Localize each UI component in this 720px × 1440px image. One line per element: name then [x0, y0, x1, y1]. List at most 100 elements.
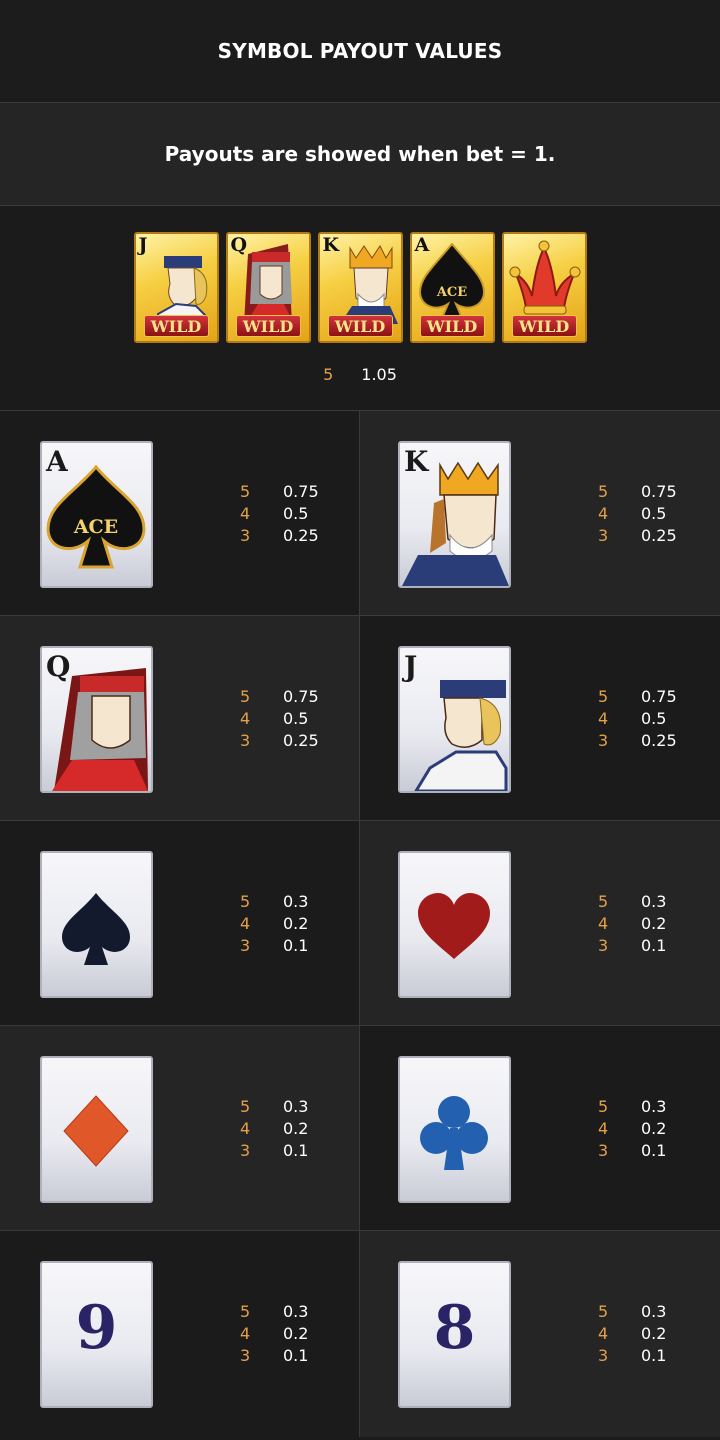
diamond-card [40, 1056, 153, 1203]
payout-value: 0.3 [641, 1302, 667, 1321]
payout-value: 0.3 [641, 1097, 667, 1116]
payout-count: 5 [240, 1097, 251, 1116]
payout-count: 4 [240, 914, 251, 933]
payout-count: 4 [240, 504, 251, 523]
wild-rank: Q [230, 234, 248, 256]
eight-card: 8 [398, 1261, 511, 1408]
payout-count: 5 [598, 687, 609, 706]
payout-value: 0.3 [283, 892, 309, 911]
payout-line: 3 0.1 [240, 1345, 308, 1367]
payout-line: 5 0.3 [240, 891, 308, 913]
payout-line: 3 0.25 [598, 525, 677, 547]
wild-payout: 5 1.05 [323, 365, 397, 384]
payout-line: 4 0.5 [598, 503, 677, 525]
payout-table: 5 0.3 4 0.2 3 0.1 [598, 1096, 666, 1162]
payout-count: 4 [598, 504, 609, 523]
payout-value: 0.25 [641, 526, 677, 545]
payout-count: 5 [240, 687, 251, 706]
payout-value: 0.3 [283, 1302, 309, 1321]
payout-count: 3 [240, 936, 251, 955]
heart-icon [418, 893, 490, 959]
ace-card: ACE A [40, 441, 153, 588]
payout-count: 3 [598, 731, 609, 750]
ace-badge: ACE [435, 285, 466, 300]
symbol-row: ACE A 5 0.75 4 0.5 3 0.25 K 5 0.75 4 0.5 3 0.2… [0, 411, 720, 616]
payout-count: 4 [598, 1324, 609, 1343]
payout-value: 0.1 [283, 936, 309, 955]
payout-line: 3 0.1 [240, 935, 308, 957]
payout-count: 4 [598, 1119, 609, 1138]
payout-line: 3 0.1 [598, 1345, 666, 1367]
payout-line: 3 0.1 [598, 935, 666, 957]
payout-count: 3 [240, 731, 251, 750]
payout-count: 5 [598, 892, 609, 911]
payout-count: 3 [598, 1346, 609, 1365]
payout-line: 4 0.2 [598, 913, 666, 935]
payout-line: 5 0.3 [240, 1096, 308, 1118]
queen-card: Q [40, 646, 153, 793]
wild-rank: K [322, 234, 340, 256]
payout-value: 0.25 [283, 526, 319, 545]
payout-value: 1.05 [361, 365, 397, 384]
payout-line: 3 0.25 [240, 525, 319, 547]
payout-count: 4 [240, 1324, 251, 1343]
payout-table: 5 0.75 4 0.5 3 0.25 [240, 481, 319, 547]
payout-table: 5 0.3 4 0.2 3 0.1 [240, 1301, 308, 1367]
payout-line: 4 0.5 [598, 708, 677, 730]
payout-count: 3 [240, 526, 251, 545]
payout-count: 5 [598, 1302, 609, 1321]
title-band: SYMBOL PAYOUT VALUES [0, 0, 720, 103]
spade-card [40, 851, 153, 998]
payout-value: 0.5 [283, 709, 309, 728]
wild-card-jester: WILD [501, 232, 587, 343]
payout-line: 5 0.3 [598, 1301, 666, 1323]
note-band: Payouts are showed when bet = 1. [0, 103, 720, 206]
payout-line: 4 0.2 [240, 913, 308, 935]
payout-count: 5 [240, 892, 251, 911]
payout-value: 0.1 [283, 1346, 309, 1365]
payout-line: 5 0.75 [598, 686, 677, 708]
symbol-cell-heart: 5 0.3 4 0.2 3 0.1 [360, 821, 720, 1025]
payout-value: 0.1 [641, 1141, 667, 1160]
payout-value: 0.1 [641, 936, 667, 955]
ace-badge: ACE [73, 516, 118, 538]
jack-card: J [398, 646, 511, 793]
wild-label: WILD [419, 315, 485, 337]
payout-count: 4 [240, 709, 251, 728]
payout-value: 0.75 [283, 687, 319, 706]
payout-line: 5 0.75 [240, 481, 319, 503]
symbol-cell-king: K 5 0.75 4 0.5 3 0.25 [360, 411, 720, 615]
symbol-cell-jack: J 5 0.75 4 0.5 3 0.25 [360, 616, 720, 820]
payout-line: 3 0.1 [240, 1140, 308, 1162]
payout-value: 0.2 [641, 914, 667, 933]
payout-value: 0.25 [283, 731, 319, 750]
symbol-cell-club: 5 0.3 4 0.2 3 0.1 [360, 1026, 720, 1230]
king-card: K [398, 441, 511, 588]
payout-value: 0.3 [641, 892, 667, 911]
symbol-cell-ace: ACE A 5 0.75 4 0.5 3 0.25 [0, 411, 360, 615]
card-rank: J [404, 650, 418, 683]
wild-label: WILD [327, 315, 393, 337]
payout-count: 5 [598, 1097, 609, 1116]
payout-count: 5 [598, 482, 609, 501]
payout-table: 5 0.3 4 0.2 3 0.1 [240, 891, 308, 957]
payout-line: 3 0.25 [598, 730, 677, 752]
bet-note: Payouts are showed when bet = 1. [164, 142, 556, 166]
symbol-cell-nine: 9 5 0.3 4 0.2 3 0.1 [0, 1231, 360, 1437]
wild-label: WILD [143, 315, 209, 337]
payout-line: 5 0.3 [598, 1096, 666, 1118]
payout-value: 0.5 [641, 504, 667, 523]
payout-count: 3 [598, 936, 609, 955]
symbol-cell-spade: 5 0.3 4 0.2 3 0.1 [0, 821, 360, 1025]
payout-value: 0.2 [641, 1119, 667, 1138]
payout-line: 4 0.2 [240, 1118, 308, 1140]
payout-value: 0.1 [283, 1141, 309, 1160]
payout-value: 0.2 [283, 914, 309, 933]
payout-line: 4 0.5 [240, 503, 319, 525]
payout-value: 0.25 [641, 731, 677, 750]
payout-count: 4 [240, 1119, 251, 1138]
diamond-icon [63, 1095, 129, 1167]
payout-table: 5 0.75 4 0.5 3 0.25 [598, 686, 677, 752]
wild-rank: A [414, 234, 430, 256]
card-rank: K [404, 445, 429, 478]
